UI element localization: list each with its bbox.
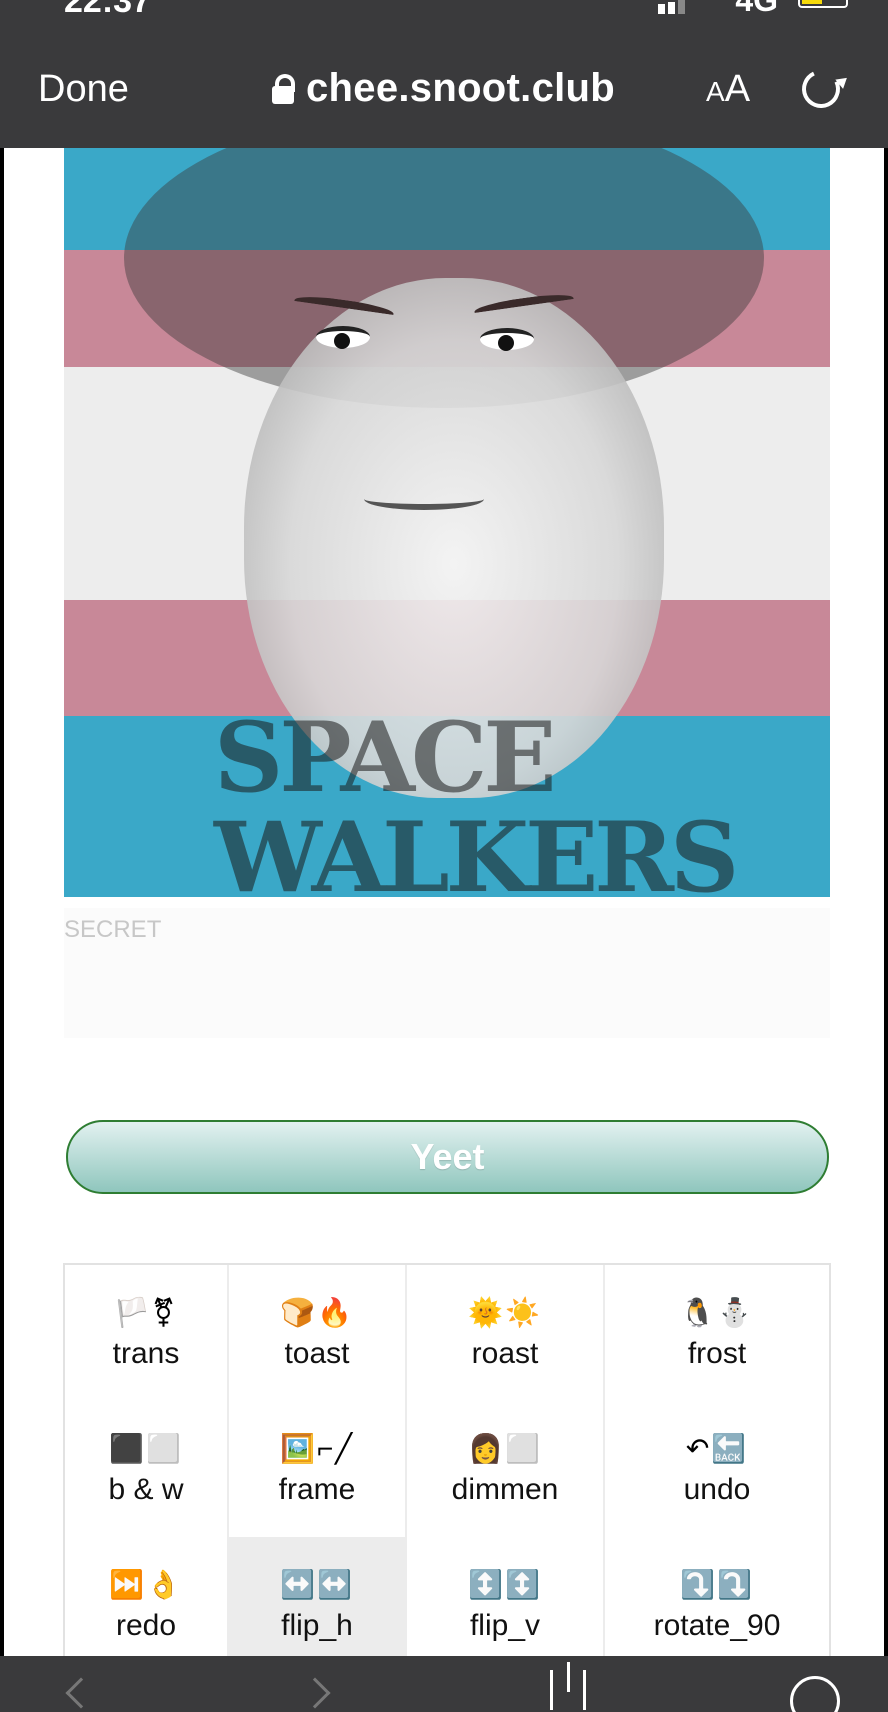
share-icon[interactable]: [550, 1662, 586, 1710]
penguin-snowman-icon: 🐧⛄: [680, 1297, 754, 1328]
status-time: 22:37: [64, 0, 151, 20]
filter-label: undo: [683, 1473, 751, 1506]
flip-v-button[interactable]: ↕️↕️ flip_v: [407, 1537, 605, 1656]
sun-icon: 🌞☀️: [468, 1297, 542, 1328]
filter-bw-button[interactable]: ⬛⬜ b & w: [65, 1401, 229, 1537]
bread-fire-icon: 🍞🔥: [280, 1297, 354, 1328]
skip-ok-icon: ⏭️👌: [109, 1569, 183, 1600]
filter-frost-button[interactable]: 🐧⛄ frost: [605, 1265, 829, 1401]
browser-bottom-toolbar: [0, 1656, 888, 1712]
shirt-line-2: WALKERS: [214, 801, 739, 898]
person-square-icon: 👩⬜: [468, 1433, 542, 1464]
status-bar: 22:37 4G: [0, 0, 888, 40]
flip-h-button[interactable]: ↔️↔️ flip_h: [229, 1537, 407, 1656]
secret-field[interactable]: SECRET: [64, 908, 830, 1038]
mouth: [364, 488, 484, 510]
text-size-small-glyph: A: [706, 76, 725, 107]
left-eye: [316, 326, 370, 349]
filter-dimmen-button[interactable]: 👩⬜ dimmen: [407, 1401, 605, 1537]
back-icon[interactable]: [65, 1677, 97, 1709]
up-down-arrow-icon: ↕️↕️: [468, 1569, 542, 1600]
lock-icon: [272, 73, 295, 104]
back-arrow-icon: ↶🔙: [685, 1433, 749, 1464]
filter-label: frost: [687, 1337, 747, 1370]
filter-label: rotate_90: [653, 1609, 781, 1642]
filter-label: flip_h: [281, 1609, 353, 1642]
turn-arrow-icon: ⤵️⤵️: [680, 1569, 754, 1600]
filter-label: flip_v: [469, 1609, 541, 1642]
compass-icon[interactable]: [790, 1676, 840, 1712]
black-white-square-icon: ⬛⬜: [109, 1433, 183, 1464]
shirt-line-1: SPACE: [214, 701, 557, 814]
filter-roast-button[interactable]: 🌞☀️ roast: [407, 1265, 605, 1401]
text-size-button[interactable]: AA: [706, 68, 750, 111]
url-text: chee.snoot.club: [306, 66, 615, 110]
filter-label: b & w: [108, 1473, 184, 1506]
edited-photo: SPACE WALKERS: [64, 148, 830, 897]
forward-icon[interactable]: [299, 1677, 331, 1709]
filter-label: toast: [284, 1337, 350, 1370]
battery-icon: [798, 0, 848, 8]
filter-label: trans: [112, 1337, 180, 1370]
done-button[interactable]: Done: [38, 68, 129, 111]
trans-flag-icon: 🏳️⚧: [114, 1297, 178, 1328]
web-content: SPACE WALKERS SECRET Yeet 🏳️⚧ trans 🍞🔥 toa…: [4, 148, 884, 1656]
rotate-90-button[interactable]: ⤵️⤵️ rotate_90: [605, 1537, 829, 1656]
left-right-arrow-icon: ↔️↔️: [280, 1569, 354, 1600]
text-size-large-glyph: A: [724, 68, 751, 110]
redo-button[interactable]: ⏭️👌 redo: [65, 1537, 229, 1656]
yeet-button[interactable]: Yeet: [66, 1120, 829, 1194]
filter-toast-button[interactable]: 🍞🔥 toast: [229, 1265, 407, 1401]
shirt-print: SPACE WALKERS: [214, 701, 739, 898]
address-bar[interactable]: chee.snoot.club: [272, 66, 615, 111]
signal-icon: [658, 0, 698, 14]
reload-icon[interactable]: [796, 64, 846, 114]
filter-frame-button[interactable]: 🖼️⌐╱ frame: [229, 1401, 407, 1537]
frame-icon: 🖼️⌐╱: [279, 1433, 355, 1464]
browser-toolbar: Done chee.snoot.club AA: [0, 40, 888, 148]
right-eye: [480, 328, 534, 351]
secret-placeholder: SECRET: [64, 916, 162, 943]
filter-label: dimmen: [451, 1473, 559, 1506]
undo-button[interactable]: ↶🔙 undo: [605, 1401, 829, 1537]
filter-label: roast: [471, 1337, 539, 1370]
filter-grid: 🏳️⚧ trans 🍞🔥 toast 🌞☀️ roast 🐧⛄ frost ⬛⬜ b & …: [63, 1263, 831, 1656]
filter-label: redo: [115, 1609, 177, 1642]
filter-label: frame: [278, 1473, 356, 1506]
filter-trans-button[interactable]: 🏳️⚧ trans: [65, 1265, 229, 1401]
network-type: 4G: [735, 0, 778, 18]
